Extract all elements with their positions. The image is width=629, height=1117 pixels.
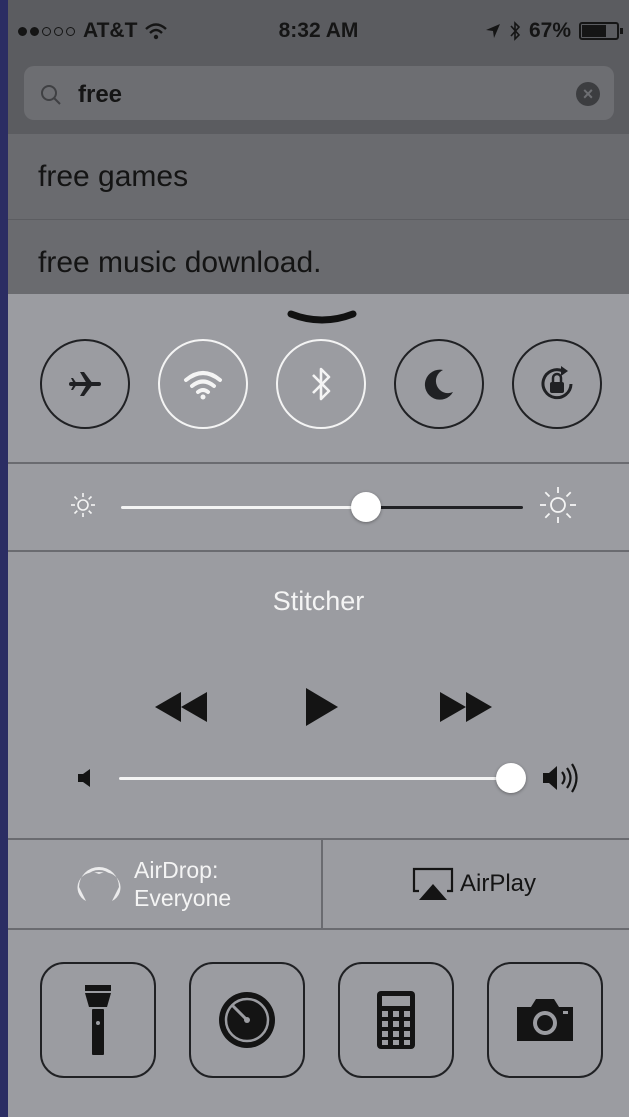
control-center: Stitcher AirDrop: Everyone AirPlay: [8, 294, 629, 1117]
status-bar: AT&T 8:32 AM 67%: [8, 0, 629, 58]
screen: AT&T 8:32 AM 67% free × free games free …: [8, 0, 629, 1117]
shortcut-row: [8, 930, 629, 1117]
timer-icon: [219, 992, 275, 1048]
play-icon[interactable]: [304, 686, 340, 728]
battery-icon: [579, 22, 623, 40]
airplane-mode-toggle[interactable]: [40, 339, 130, 429]
clear-search-icon[interactable]: ×: [576, 82, 600, 106]
brightness-track-remaining: [366, 506, 523, 509]
moon-icon: [424, 369, 453, 400]
battery-percent: 67%: [528, 19, 571, 42]
rotation-lock-toggle[interactable]: [512, 339, 602, 429]
search-query[interactable]: free: [78, 81, 122, 109]
camera-button[interactable]: [487, 962, 603, 1078]
location-arrow-icon: [485, 24, 500, 38]
volume-low-icon: [78, 769, 90, 787]
flashlight-icon: [85, 985, 111, 1055]
do-not-disturb-toggle[interactable]: [394, 339, 484, 429]
suggestion-list: free games free music download.: [8, 134, 629, 306]
wifi-icon: [184, 371, 222, 400]
flashlight-button[interactable]: [40, 962, 156, 1078]
airplay-label: AirPlay: [460, 870, 537, 897]
media-controls: Stitcher: [8, 552, 629, 840]
brightness-track-filled: [121, 506, 367, 509]
bluetooth-toggle[interactable]: [276, 339, 366, 429]
camera-icon: [517, 999, 573, 1041]
calculator-icon: [377, 991, 415, 1049]
timer-button[interactable]: [189, 962, 305, 1078]
status-right: 67%: [485, 19, 623, 43]
grabber-chevron-icon[interactable]: [287, 310, 357, 326]
airplane-icon: [69, 372, 101, 396]
brightness-low-icon: [71, 493, 95, 517]
airplay-icon: [412, 867, 454, 900]
airdrop-icon: [77, 867, 121, 901]
airdrop-mode: Everyone: [134, 885, 232, 911]
search-icon: [41, 85, 61, 105]
calculator-button[interactable]: [338, 962, 454, 1078]
sharing-row: AirDrop: Everyone AirPlay: [8, 840, 629, 930]
brightness-high-icon: [540, 487, 576, 523]
airplay-button[interactable]: AirPlay: [323, 840, 629, 928]
fast-forward-icon[interactable]: [438, 690, 494, 724]
rotation-lock-icon: [541, 366, 573, 400]
brightness-row: [8, 464, 629, 552]
rewind-icon[interactable]: [153, 690, 209, 724]
airdrop-label: AirDrop: Everyone: [134, 856, 231, 912]
volume-track-filled: [119, 777, 511, 780]
search-input[interactable]: free ×: [24, 66, 614, 120]
suggestion-item[interactable]: free games: [8, 134, 629, 220]
bluetooth-icon: [312, 367, 331, 401]
airdrop-button[interactable]: AirDrop: Everyone: [8, 840, 321, 928]
search-bar: free ×: [8, 58, 629, 134]
volume-high-icon: [543, 763, 578, 793]
bluetooth-status-icon: [510, 21, 521, 41]
brightness-slider-thumb[interactable]: [351, 492, 382, 522]
airdrop-title: AirDrop:: [134, 857, 219, 883]
now-playing-title[interactable]: Stitcher: [8, 586, 629, 617]
wifi-toggle[interactable]: [158, 339, 248, 429]
volume-slider-thumb[interactable]: [496, 763, 526, 793]
toggle-row: [8, 294, 629, 464]
